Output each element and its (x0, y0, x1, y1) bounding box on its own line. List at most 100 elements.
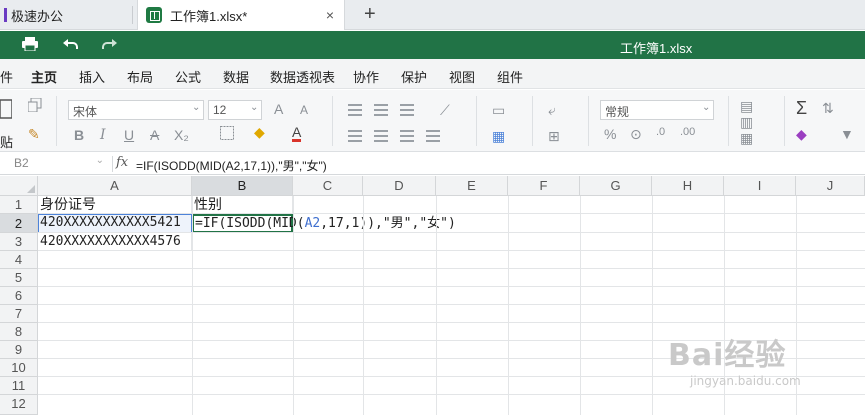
name-box[interactable]: B2 ⌄ (4, 155, 108, 173)
tab-jisu-office[interactable]: 极速办公 (0, 0, 132, 30)
redo-icon[interactable] (102, 37, 118, 54)
close-icon[interactable]: × (326, 7, 334, 23)
column-header-j[interactable]: J (796, 176, 865, 196)
column-header-c[interactable]: C (293, 176, 363, 196)
watermark: Bai经验 jingyan.baidu.com (668, 330, 801, 388)
strikethrough-button[interactable]: A (150, 127, 159, 143)
tab-label: 极速办公 (11, 8, 64, 24)
format-painter-icon[interactable]: ✎ (28, 126, 40, 143)
menu-formulas[interactable]: 公式 (175, 67, 201, 86)
increase-decimal-icon[interactable]: .0 (656, 126, 665, 138)
insert-row-icon[interactable]: ▤ (740, 98, 753, 115)
delete-row-icon[interactable]: ▥ (740, 114, 753, 131)
column-header-i[interactable]: I (724, 176, 796, 196)
grow-font-icon[interactable]: A (274, 101, 283, 117)
menu-collaborate[interactable]: 协作 (353, 67, 379, 86)
menu-plugins[interactable]: 组件 (497, 67, 523, 86)
align-top-icon[interactable] (348, 104, 362, 116)
row-header-9[interactable]: 9 (0, 341, 38, 359)
bold-button[interactable]: B (74, 127, 84, 143)
subscript-button[interactable]: X₂ (174, 127, 189, 143)
align-right-icon[interactable] (400, 130, 414, 142)
copy-icon[interactable] (27, 97, 42, 115)
select-all-corner[interactable] (0, 176, 38, 196)
tab-workbook[interactable]: 工作簿1.xlsx* × (137, 0, 345, 30)
ribbon-separator (588, 96, 589, 146)
format-cells-icon[interactable]: ▦ (740, 130, 753, 147)
wrap-text-icon[interactable]: ⤶ (548, 102, 556, 119)
row-header-10[interactable]: 10 (0, 359, 38, 377)
number-format-select[interactable]: 常规 (600, 100, 714, 120)
clear-icon[interactable]: ◆ (796, 126, 807, 143)
menu-file[interactable]: 件 (0, 67, 13, 86)
column-header-d[interactable]: D (363, 176, 436, 196)
row-header-5[interactable]: 5 (0, 269, 38, 287)
row-header-1[interactable]: 1 (0, 196, 38, 214)
ribbon-toolbar: 贴 ✎ 宋体 ⌄ 12 ⌄ A A B I U A X₂ ◆ A ⟋ ▭ ▦ ⤶… (0, 90, 865, 152)
title-bar: 工作簿1.xlsx (0, 31, 865, 59)
row-header-2[interactable]: 2 (0, 214, 38, 233)
underline-button[interactable]: U (124, 127, 134, 143)
column-header-h[interactable]: H (652, 176, 724, 196)
row-header-6[interactable]: 6 (0, 287, 38, 305)
column-header-e[interactable]: E (436, 176, 508, 196)
menu-view[interactable]: 视图 (449, 67, 475, 86)
shrink-font-icon[interactable]: A (300, 103, 308, 117)
row-header-4[interactable]: 4 (0, 251, 38, 269)
function-icon[interactable]: fx (116, 155, 128, 170)
menu-pivot-table[interactable]: 数据透视表 (270, 67, 335, 86)
column-header-b[interactable]: B (192, 176, 293, 196)
paste-label[interactable]: 贴 (0, 132, 13, 151)
ribbon-separator (56, 96, 57, 146)
undo-icon[interactable] (62, 37, 78, 54)
align-left-icon[interactable] (348, 130, 362, 142)
cell-style-icon[interactable]: ▦ (492, 128, 505, 145)
row-header-7[interactable]: 7 (0, 305, 38, 323)
menu-home[interactable]: 主页 (31, 67, 58, 94)
insert-cells-icon[interactable]: ▭ (492, 102, 505, 119)
ribbon-separator (728, 96, 729, 146)
fill-color-icon[interactable]: ◆ (254, 124, 265, 141)
chevron-down-icon: ⌄ (95, 155, 104, 166)
sort-icon[interactable]: ⇅ (822, 100, 834, 117)
row-header-11[interactable]: 11 (0, 377, 38, 395)
menu-protect[interactable]: 保护 (401, 67, 427, 86)
column-header-a[interactable]: A (38, 176, 192, 196)
menu-layout[interactable]: 布局 (127, 67, 153, 86)
menu-insert[interactable]: 插入 (79, 67, 105, 86)
new-tab-button[interactable]: + (364, 3, 376, 26)
text-orientation-icon[interactable]: ⟋ (440, 102, 450, 119)
font-name-select[interactable]: 宋体 (68, 100, 204, 120)
spreadsheet-icon (146, 7, 162, 23)
percent-button[interactable]: % (604, 126, 616, 142)
name-box-value: B2 (14, 156, 29, 170)
tab-strip: 极速办公 工作簿1.xlsx* × + (0, 0, 865, 30)
ribbon-separator (476, 96, 477, 146)
print-icon[interactable] (22, 37, 38, 54)
paste-icon[interactable] (0, 98, 13, 123)
align-bottom-icon[interactable] (400, 104, 414, 116)
filter-icon[interactable]: ▼ (840, 126, 854, 142)
align-middle-icon[interactable] (374, 104, 388, 116)
column-header-g[interactable]: G (580, 176, 652, 196)
ribbon-separator (332, 96, 333, 146)
menu-data[interactable]: 数据 (223, 67, 249, 86)
italic-button[interactable]: I (100, 127, 106, 143)
currency-icon[interactable]: ⊙ (630, 126, 642, 143)
row-header-12[interactable]: 12 (0, 395, 38, 415)
app-icon (4, 8, 7, 22)
column-header-f[interactable]: F (508, 176, 580, 196)
formula-input[interactable]: =IF(ISODD(MID(A2,17,1)),"男","女") (136, 157, 327, 174)
watermark-url: jingyan.baidu.com (690, 374, 801, 388)
borders-icon[interactable] (220, 126, 234, 143)
autosum-button[interactable]: Σ (796, 98, 807, 119)
font-color-button[interactable]: A (292, 125, 302, 142)
row-header-8[interactable]: 8 (0, 323, 38, 341)
row-header-3[interactable]: 3 (0, 233, 38, 251)
decrease-decimal-icon[interactable]: .00 (680, 126, 695, 138)
merge-cells-icon[interactable]: ⊞ (548, 128, 560, 145)
align-center-icon[interactable] (374, 130, 388, 142)
align-justify-icon[interactable] (426, 130, 440, 142)
chevron-down-icon: ⌄ (702, 102, 711, 113)
formula-bar: B2 ⌄ fx =IF(ISODD(MID(A2,17,1)),"男","女") (0, 153, 865, 175)
